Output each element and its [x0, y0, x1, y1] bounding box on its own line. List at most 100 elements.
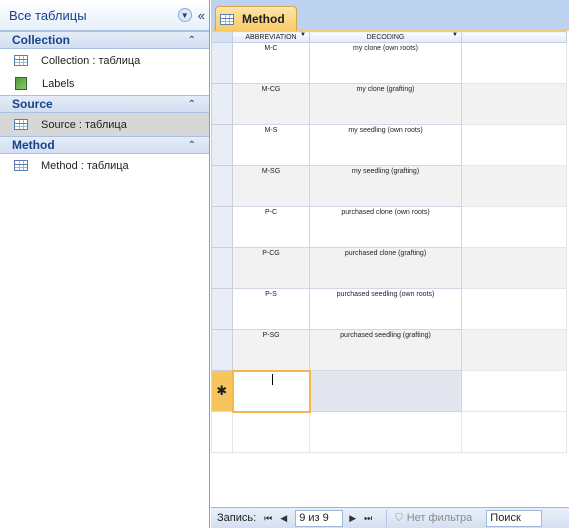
cell-abbreviation[interactable]: M-C — [232, 42, 310, 84]
nav-item-source-table[interactable]: Source : таблица — [0, 113, 209, 136]
column-header-empty[interactable] — [461, 31, 567, 43]
cell-abbreviation[interactable]: M-S — [232, 124, 310, 166]
empty-cell — [232, 411, 310, 453]
new-abbreviation-input[interactable] — [231, 369, 311, 413]
sort-dropdown-icon[interactable]: ▼ — [300, 32, 306, 38]
table-icon — [14, 55, 28, 66]
empty-cell — [461, 247, 567, 289]
table-row[interactable]: P-CG purchased clone (grafting) — [211, 247, 567, 289]
empty-cell — [461, 83, 567, 125]
tab-label: Method — [242, 12, 285, 26]
cell-decoding[interactable]: purchased clone (own roots) — [309, 206, 462, 248]
cell-decoding[interactable]: my clone (own roots) — [309, 42, 462, 84]
cell-decoding[interactable]: purchased seedling (grafting) — [309, 329, 462, 371]
datasheet-grid: ABBREVIATION ▼ DECODING ▼ M-C my clone (ow… — [211, 31, 567, 453]
last-record-icon[interactable]: ⏭ — [364, 513, 372, 524]
empty-cell — [309, 411, 462, 453]
nav-pane-header[interactable]: Все таблицы ▼ « — [0, 0, 209, 31]
group-header-method[interactable]: Method ⌃ — [0, 136, 209, 154]
record-label: Запись: — [217, 512, 257, 524]
cell-abbreviation[interactable]: M-SG — [232, 165, 310, 207]
nav-item-label: Labels — [42, 77, 75, 90]
empty-cell — [461, 206, 567, 248]
group-title: Method — [12, 138, 55, 152]
table-icon — [14, 160, 28, 171]
new-record-row[interactable]: ✱ — [211, 369, 567, 413]
record-selector[interactable] — [211, 329, 233, 371]
nav-item-label: Source : таблица — [41, 118, 127, 131]
group-header-source[interactable]: Source ⌃ — [0, 95, 209, 113]
cell-decoding[interactable]: my seedling (grafting) — [309, 165, 462, 207]
blank-row — [211, 411, 567, 453]
nav-item-labels-report[interactable]: Labels — [0, 72, 209, 95]
next-record-icon[interactable]: ▶ — [349, 513, 356, 524]
new-decoding-input[interactable] — [309, 370, 462, 412]
document-area: Method ABBREVIATION ▼ DECODING ▼ M-C my c — [211, 0, 569, 528]
table-icon — [220, 13, 234, 25]
table-row[interactable]: M-C my clone (own roots) — [211, 42, 567, 84]
column-header-decoding[interactable]: DECODING ▼ — [309, 31, 462, 43]
table-row[interactable]: M-CG my clone (grafting) — [211, 83, 567, 125]
record-selector[interactable] — [211, 83, 233, 125]
record-selector[interactable] — [211, 206, 233, 248]
current-record-input[interactable]: 9 из 9 — [295, 509, 344, 527]
sort-dropdown-icon[interactable]: ▼ — [452, 32, 458, 38]
empty-cell — [461, 124, 567, 166]
cell-decoding[interactable]: my seedling (own roots) — [309, 124, 462, 166]
document-tabstrip: Method — [211, 0, 569, 31]
nav-pane-title[interactable]: Все таблицы — [9, 8, 178, 23]
record-selector[interactable] — [211, 288, 233, 330]
search-input[interactable]: Поиск — [486, 509, 543, 527]
filter-toggle-button[interactable]: ⛉ Нет фильтра — [386, 509, 473, 527]
empty-cell — [461, 329, 567, 371]
navigation-pane: Все таблицы ▼ « Collection ⌃ Collection … — [0, 0, 210, 528]
table-row[interactable]: P-C purchased clone (own roots) — [211, 206, 567, 248]
table-icon — [14, 119, 28, 130]
datasheet[interactable]: ABBREVIATION ▼ DECODING ▼ M-C my clone (ow… — [211, 31, 569, 507]
new-record-icon[interactable]: ✱ — [211, 370, 233, 412]
empty-cell — [211, 411, 233, 453]
empty-cell — [461, 288, 567, 330]
group-header-collection[interactable]: Collection ⌃ — [0, 31, 209, 49]
cell-decoding[interactable]: purchased seedling (own roots) — [309, 288, 462, 330]
record-selector[interactable] — [211, 247, 233, 289]
column-header-abbreviation[interactable]: ABBREVIATION ▼ — [232, 31, 310, 43]
chevron-up-icon[interactable]: ⌃ — [188, 99, 196, 110]
chevron-up-icon[interactable]: ⌃ — [188, 35, 196, 46]
filter-icon: ⛉ — [395, 512, 403, 524]
group-title: Source — [12, 97, 53, 111]
cell-abbreviation[interactable]: P-S — [232, 288, 310, 330]
shutter-bar-close-icon[interactable]: « — [198, 8, 205, 23]
empty-cell — [461, 42, 567, 84]
cell-abbreviation[interactable]: P-CG — [232, 247, 310, 289]
filter-label: Нет фильтра — [406, 512, 473, 524]
nav-item-label: Collection : таблица — [41, 54, 141, 67]
cell-abbreviation[interactable]: P-SG — [232, 329, 310, 371]
select-all-corner[interactable] — [211, 31, 233, 43]
first-record-icon[interactable]: ⏮ — [264, 513, 272, 524]
report-icon — [15, 77, 27, 90]
record-selector[interactable] — [211, 124, 233, 166]
cell-decoding[interactable]: my clone (grafting) — [309, 83, 462, 125]
record-selector[interactable] — [211, 42, 233, 84]
cell-abbreviation[interactable]: P-C — [232, 206, 310, 248]
cell-decoding[interactable]: purchased clone (grafting) — [309, 247, 462, 289]
tab-method[interactable]: Method — [215, 6, 297, 31]
empty-cell — [461, 370, 567, 412]
empty-cell — [461, 165, 567, 207]
table-row[interactable]: P-SG purchased seedling (grafting) — [211, 329, 567, 371]
text-caret — [271, 373, 273, 385]
table-row[interactable]: M-S my seedling (own roots) — [211, 124, 567, 166]
table-row[interactable]: P-S purchased seedling (own roots) — [211, 288, 567, 330]
empty-cell — [461, 411, 567, 453]
chevron-up-icon[interactable]: ⌃ — [188, 140, 196, 151]
nav-menu-dropdown-icon[interactable]: ▼ — [177, 8, 192, 22]
table-row[interactable]: M-SG my seedling (grafting) — [211, 165, 567, 207]
cell-abbreviation[interactable]: M-CG — [232, 83, 310, 125]
previous-record-icon[interactable]: ◀ — [280, 513, 287, 524]
record-selector[interactable] — [211, 165, 233, 207]
nav-item-label: Method : таблица — [41, 159, 129, 172]
record-navigation-bar: Запись: ⏮ ◀ 9 из 9 ▶ ⏭ ⛉ Нет фильтра Пои… — [211, 507, 569, 528]
nav-item-collection-table[interactable]: Collection : таблица — [0, 49, 209, 72]
nav-item-method-table[interactable]: Method : таблица — [0, 154, 209, 177]
